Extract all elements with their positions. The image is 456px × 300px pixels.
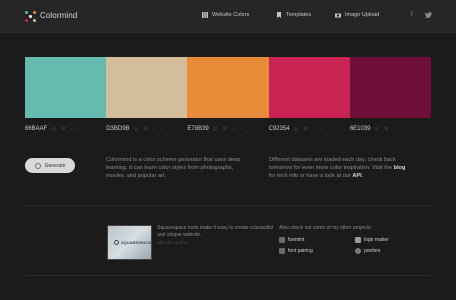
color-swatch[interactable]	[349, 57, 432, 118]
project-link-poolors[interactable]: poolors	[355, 248, 380, 254]
brand-name[interactable]: Colormind	[40, 11, 77, 20]
color-palette	[25, 57, 432, 118]
project-link-font-pairing[interactable]: font pairing	[279, 248, 313, 254]
hex-code[interactable]: C92354	[269, 126, 290, 132]
color-swatch[interactable]	[25, 57, 107, 118]
other-projects-title: Also check out some of my other projects…	[279, 225, 372, 231]
color-codes-row: 66BAAF ◎ ⚙ ‹ › D3BD9B ◎ ⚙ ‹ › E78B39 ◎ ⚙…	[25, 124, 431, 134]
squarespace-icon	[114, 240, 119, 245]
logo-maker-icon	[355, 237, 361, 243]
project-label: fuemint	[288, 237, 305, 243]
color-swatch[interactable]	[268, 57, 350, 118]
nav-website-colors[interactable]: Website Colors	[202, 12, 249, 18]
color-code-cell: E78B39 ◎ ⚙ ‹ ›	[187, 124, 268, 134]
swatch-controls[interactable]: ◎ ⚙ ‹ ›	[213, 126, 243, 132]
color-swatch[interactable]	[106, 57, 188, 118]
project-label: poolors	[364, 248, 381, 254]
project-label: logo maker	[364, 237, 389, 243]
refresh-icon	[34, 162, 41, 169]
hex-code[interactable]: D3BD9B	[106, 126, 129, 132]
description-left: Colormind is a color scheme generator th…	[106, 157, 241, 179]
color-swatch[interactable]	[187, 57, 269, 118]
swatch-controls[interactable]: ◎ ⚙ ‹ ›	[134, 126, 164, 132]
twitter-icon[interactable]	[425, 12, 432, 18]
font-pairing-icon	[279, 248, 285, 254]
camera-icon	[335, 13, 341, 18]
swatch-controls[interactable]: ◎ ⚙ ‹ ›	[51, 126, 81, 132]
nav-image-upload[interactable]: Image Upload	[335, 12, 379, 18]
top-navbar: Colormind Website Colors Templates Image…	[0, 0, 456, 33]
colormind-logo-icon[interactable]	[25, 11, 36, 22]
ad-image-label: SQUARESPACE	[121, 240, 152, 245]
project-label: font pairing	[288, 248, 313, 254]
blog-link[interactable]: blog	[394, 165, 406, 171]
nav-label: Website Colors	[212, 12, 250, 18]
description-right: Different datasets are loaded each day, …	[269, 157, 406, 179]
project-link-logo-maker[interactable]: logo maker	[355, 237, 389, 243]
poolors-icon	[355, 248, 361, 254]
color-code-cell: C92354 ◎ ⚙ ‹ ›	[269, 124, 350, 134]
ad-image[interactable]: SQUARESPACE	[107, 225, 152, 260]
generate-button[interactable]: Generate	[25, 158, 75, 173]
section-divider	[25, 205, 431, 206]
hex-code[interactable]: 66BAAF	[25, 126, 47, 132]
nav-templates[interactable]: Templates	[276, 12, 311, 18]
facebook-icon[interactable]: f	[411, 12, 413, 18]
swatch-controls[interactable]: ◎ ⚙ ‹ ›	[375, 126, 405, 132]
grid-icon	[202, 12, 208, 18]
nav-label: Image Upload	[345, 12, 380, 18]
description-text: Different datasets are loaded each day, …	[269, 157, 396, 171]
color-code-cell: D3BD9B ◎ ⚙ ‹ ›	[106, 124, 187, 134]
description-text: for tech info or have a look at our	[269, 173, 351, 179]
project-link-fuemint[interactable]: fuemint	[279, 237, 304, 243]
color-code-cell: 66BAAF ◎ ⚙ ‹ ›	[25, 124, 106, 134]
fuemint-icon	[279, 237, 285, 243]
ad-via-carbon[interactable]: ads via Carbon	[157, 240, 187, 245]
swatch-controls[interactable]: ◎ ⚙ ‹ ›	[294, 126, 324, 132]
color-code-cell: 6E1039 ◎ ⚙ ‹ ›	[350, 124, 431, 134]
ad-text[interactable]: Squarespace tools make it easy to create…	[157, 225, 277, 239]
api-link[interactable]: API	[352, 173, 361, 179]
hex-code[interactable]: 6E1039	[350, 126, 371, 132]
squarespace-logo: SQUARESPACE	[114, 240, 152, 245]
generate-label: Generate	[44, 162, 66, 169]
nav-label: Templates	[286, 12, 312, 18]
hex-code[interactable]: E78B39	[187, 126, 208, 132]
footer-divider	[25, 275, 431, 276]
bookmark-icon	[277, 12, 281, 18]
